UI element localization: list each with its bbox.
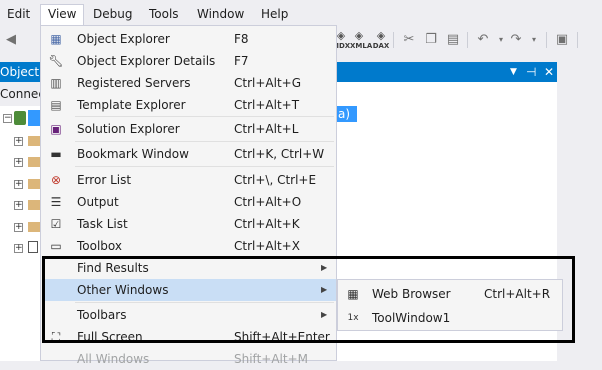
menu-item-error-list[interactable]: ⊗ Error List Ctrl+\, Ctrl+E [42,169,336,191]
menu-item-shortcut: Ctrl+Alt+L [234,122,299,136]
window-position-icon[interactable]: ▼ [510,62,517,82]
task-list-icon: ☑ [50,217,62,231]
pin-icon[interactable]: ⊣ [526,62,536,82]
menu-item-label: Toolbox [77,239,122,253]
cube-icon: ◈ [354,29,364,42]
expand-icon[interactable]: + [14,223,23,232]
menu-item-bookmark-window[interactable]: ▬ Bookmark Window Ctrl+K, Ctrl+W [42,143,336,165]
copy-icon[interactable]: ❐ [422,31,440,49]
menu-item-template-explorer[interactable]: ▤ Template Explorer Ctrl+Alt+T [42,94,336,116]
menu-tools[interactable]: Tools [142,4,186,25]
folder-icon [28,179,40,189]
menu-edit[interactable]: Edit [0,4,37,25]
menu-bar: Edit View Debug Tools Window Help [0,0,602,26]
menu-help[interactable]: Help [254,4,295,25]
expand-icon[interactable]: + [14,137,23,146]
menu-separator [75,116,334,117]
menu-view[interactable]: View [40,4,85,25]
menu-window[interactable]: Window [190,4,251,25]
management-icon [28,241,38,253]
menu-item-all-windows[interactable]: All Windows Shift+Alt+M [42,348,336,370]
folder-icon [28,222,40,232]
server-icon [14,111,26,125]
toolbox-icon: ▭ [50,239,62,253]
menu-item-label: Output [77,195,119,209]
menu-item-shortcut: Ctrl+Alt+T [234,98,300,112]
undo-icon[interactable]: ↶ [474,31,492,49]
bookmark-icon: ▬ [50,147,62,161]
dax-label: DAX [372,42,390,50]
wrench-icon: 🔧︎ [48,54,64,68]
expand-icon[interactable]: + [14,180,23,189]
paste-icon[interactable]: ▤ [444,31,462,49]
collapse-icon[interactable]: − [3,114,12,123]
menu-item-shortcut: F8 [234,32,249,46]
cube-icon: ◈ [376,29,386,42]
menu-item-label: Registered Servers [77,76,191,90]
template-explorer-icon: ▤ [50,98,62,112]
cube-icon: ◈ [336,29,346,42]
xmla-label: XMLA [350,42,373,50]
toolbar-separator [546,32,547,48]
redo-icon[interactable]: ↷ [507,31,525,49]
error-list-icon: ⊗ [50,173,62,187]
menu-item-shortcut: Ctrl+Alt+K [234,217,300,231]
menu-item-shortcut: Ctrl+\, Ctrl+E [234,173,317,187]
highlight-annotation-box [42,256,575,343]
xmla-query-button[interactable]: ◈ XMLA [350,29,372,50]
menu-debug[interactable]: Debug [86,4,139,25]
back-icon[interactable]: ◀ [2,31,20,49]
menu-item-label: Object Explorer Details [77,54,216,68]
menu-item-label: Object Explorer [77,32,170,46]
cut-icon[interactable]: ✂ [400,31,418,49]
menu-item-output[interactable]: ☰ Output Ctrl+Alt+O [42,191,336,213]
expand-icon[interactable]: + [14,201,23,210]
menu-item-shortcut: Ctrl+Alt+G [234,76,302,90]
registered-servers-icon: ▥ [50,76,62,90]
menu-item-shortcut: Ctrl+K, Ctrl+W [234,147,325,161]
solution-explorer-icon: ▣ [50,122,62,136]
toolbar-separator [577,32,578,48]
menu-item-shortcut: Shift+Alt+M [234,352,308,366]
root-node-suffix: a) [338,107,351,121]
menu-item-label: All Windows [77,352,150,366]
menu-item-shortcut: Ctrl+Alt+O [234,195,302,209]
menu-item-object-explorer[interactable]: ▦ Object Explorer F8 [42,28,336,50]
expand-icon[interactable]: + [14,158,23,167]
output-icon: ☰ [50,195,62,209]
menu-item-registered-servers[interactable]: ▥ Registered Servers Ctrl+Alt+G [42,72,336,94]
menu-item-label: Error List [77,173,132,187]
redo-dropdown-icon[interactable]: ▾ [525,31,543,49]
folder-icon [28,157,40,167]
menu-item-task-list[interactable]: ☑ Task List Ctrl+Alt+K [42,213,336,235]
object-explorer-icon: ▦ [50,32,62,46]
menu-item-label: Task List [77,217,128,231]
menu-separator [75,166,334,167]
menu-item-shortcut: F7 [234,54,249,68]
toolbar-separator [467,32,468,48]
toolbar-separator [393,32,394,48]
folder-icon [28,136,40,146]
screenshot-icon[interactable]: ▣ [553,31,571,49]
menu-item-solution-explorer[interactable]: ▣ Solution Explorer Ctrl+Alt+L [42,118,336,140]
folder-icon [28,200,40,210]
menu-item-object-explorer-details[interactable]: 🔧︎ Object Explorer Details F7 [42,50,336,72]
dax-query-button[interactable]: ◈ DAX [372,29,390,50]
menu-item-shortcut: Ctrl+Alt+X [234,239,300,253]
close-icon[interactable]: ✕ [544,62,554,82]
menu-item-label: Bookmark Window [77,147,189,161]
menu-item-toolbox[interactable]: ▭ Toolbox Ctrl+Alt+X [42,235,336,257]
expand-icon[interactable]: + [14,244,23,253]
menu-separator [75,141,334,142]
menu-item-label: Template Explorer [77,98,186,112]
menu-item-label: Solution Explorer [77,122,180,136]
